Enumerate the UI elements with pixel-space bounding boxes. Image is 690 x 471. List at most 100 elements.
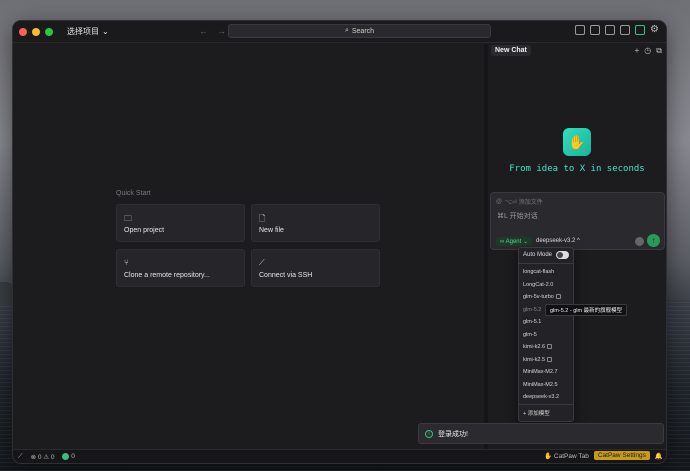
model-option-label: glm-5 [523,331,537,338]
send-button[interactable]: ↑ [647,234,660,247]
model-selector[interactable]: deepseek-v3.2 ^ [536,238,580,244]
status-left: ⟋ ⊗ 0 ⚠ 0 0 [18,453,75,461]
paw-icon: ✋ [544,452,553,460]
connect-ssh-button[interactable]: ⟋ Connect via SSH [251,249,380,287]
vision-badge-icon [547,344,553,350]
project-selector-label: 选择项目 [67,27,99,36]
maximize-window-button[interactable] [45,27,53,36]
model-option-label: glm-5.1 [523,319,542,325]
model-option-label: kimi-k2.5 [523,356,546,363]
model-dropdown: Auto Mode longcat-flash LongCat-2.0 glm-5v… [518,247,574,422]
model-option[interactable]: kimi-k2.6 [519,341,573,354]
info-icon: i [425,429,433,438]
chevron-down-icon: ⌄ [102,27,109,36]
chat-panel: New Chat + ◷ ⧉ ✋ From idea to X in secon… [488,44,666,449]
catpaw-settings-button[interactable]: CatPaw Settings [593,451,650,460]
model-option-label: glm-5v-turbo [523,294,554,300]
quick-start-title: Quick Start [116,190,151,197]
auto-mode-label: Auto Mode [523,252,553,258]
editor-area: Quick Start 🗀 Open project 🗋 New file ⑂ … [13,44,484,449]
notification-icon[interactable]: 🔔 [655,452,663,460]
model-option[interactable]: kimi-k2.5 [519,354,573,367]
back-arrow-icon[interactable]: ← [199,26,208,36]
chat-composer[interactable]: @ ⌥⏎ 添加文件 ⌘L 开始对话 ∞ Agent ⌄ deepseek-v3.… [490,192,665,250]
model-option[interactable]: LongCat-2.0 [519,279,573,292]
plus-icon[interactable]: + [635,46,640,56]
file-plus-icon: 🗋 [259,214,266,223]
title-bar: 选择项目 ⌄ ← → ⌕ Search ⚙ [13,21,666,43]
model-option[interactable]: glm-5.1 [519,316,573,329]
model-option-label: kimi-k2.6 [523,344,546,350]
clone-repo-button[interactable]: ⑂ Clone a remote repository... [116,249,245,287]
attach-files[interactable]: @ ⌥⏎ 添加文件 [496,197,543,207]
model-option[interactable]: deepseek-v3.2 [519,391,573,404]
model-option[interactable]: MiniMax-M2.7 [519,366,573,379]
chat-panel-actions: + ◷ ⧉ [635,46,662,56]
history-icon[interactable]: ◷ [644,46,651,56]
model-option[interactable]: glm-5 [519,329,573,342]
model-option-label: glm-5.2 [523,306,542,313]
model-option-label: MiniMax-M2.7 [523,369,558,375]
layout-split-icon[interactable] [575,25,585,35]
at-icon: @ [496,198,503,205]
model-option-label: deepseek-v3.2 [523,394,560,400]
model-option-label: MiniMax-M2.5 [523,381,558,388]
search-label: Search [351,27,375,35]
chat-panel-icon[interactable] [635,25,645,35]
agent-mode-selector[interactable]: ∞ Agent ⌄ [496,237,532,246]
nav-arrows: ← → [199,26,226,36]
model-option-label: longcat-flash [523,269,555,275]
forward-arrow-icon[interactable]: → [217,26,226,36]
search-icon: ⌕ [344,27,349,34]
panel-bottom-icon[interactable] [605,25,615,35]
new-file-label: New file [259,227,284,234]
remote-icon[interactable]: ⟋ [18,453,23,461]
open-project-label: Open project [124,227,165,234]
project-selector[interactable]: 选择项目 ⌄ [67,26,109,37]
model-option[interactable]: glm-5v-turbo [519,291,573,304]
tab-new-chat[interactable]: New Chat [491,45,531,56]
dropdown-divider-bottom [519,404,573,405]
new-file-button[interactable]: 🗋 New file [251,204,380,242]
catpaw-logo-icon: ✋ [563,128,591,156]
auto-mode-toggle[interactable] [556,251,569,259]
vision-badge-icon [555,294,561,300]
close-window-button[interactable] [19,27,27,36]
sidebar-left-icon[interactable] [590,25,600,35]
open-project-button[interactable]: 🗀 Open project [116,204,245,242]
sidebar-right-icon[interactable] [620,25,630,35]
catpaw-tab-indicator[interactable]: ✋ CatPaw Tab [544,452,589,460]
search-bar[interactable]: ⌕ Search [228,24,491,38]
external-link-icon[interactable]: ⧉ [656,46,662,56]
toast-notification: i 登录成功! [418,423,664,444]
chat-tagline: From idea to X in seconds [509,164,645,174]
gear-icon[interactable]: ⚙ [650,25,660,35]
ssh-icon: ⟋ [259,258,265,267]
window-controls [19,27,53,36]
chat-input[interactable]: ⌘L 开始对话 [497,211,538,221]
attach-hint: ⌥⏎ 添加文件 [505,200,543,206]
model-list: longcat-flash LongCat-2.0 glm-5v-turbo glm-… [519,266,573,404]
connect-ssh-label: Connect via SSH [259,272,313,279]
dropdown-divider [519,263,573,264]
toast-message: 登录成功! [438,430,468,438]
model-option[interactable]: MiniMax-M2.5 [519,379,573,392]
git-branch-icon: ⑂ [124,258,129,267]
status-bar: ⟋ ⊗ 0 ⚠ 0 0 ✋ CatPaw Tab CatPaw Settings… [13,449,666,463]
ok-count: 0 [71,453,75,461]
layout-toolbar: ⚙ [575,25,660,35]
folder-icon: 🗀 [124,214,132,223]
vision-badge-icon [547,356,553,362]
model-option-label: LongCat-2.0 [523,281,554,288]
status-right: ✋ CatPaw Tab CatPaw Settings 🔔 [544,451,663,460]
ok-indicator[interactable]: 0 [62,453,75,461]
model-tooltip: glm-5.2 - glm 最新的旗舰模型 [545,304,628,316]
add-model-button[interactable]: + 添加模型 [523,409,550,417]
clone-repo-label: Clone a remote repository... [124,272,210,279]
check-icon [62,453,70,461]
problems-indicator[interactable]: ⊗ 0 ⚠ 0 [31,453,55,461]
model-option[interactable]: longcat-flash [519,266,573,279]
catpaw-tab-label: CatPaw Tab [553,452,589,460]
minimize-window-button[interactable] [32,27,40,36]
context-add-icon[interactable] [635,237,644,246]
